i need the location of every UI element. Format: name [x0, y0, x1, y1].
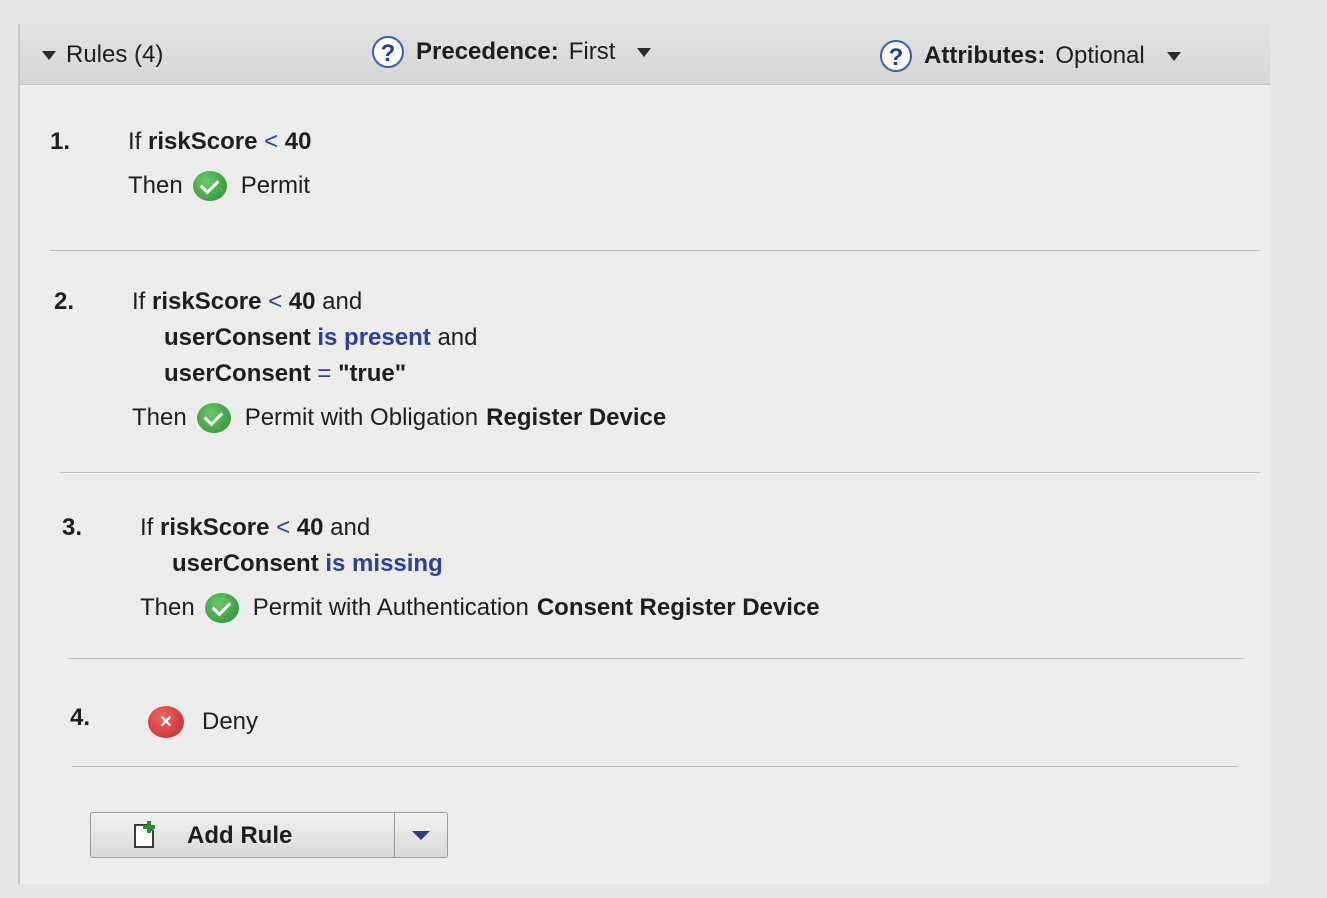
condition-attribute: userConsent [172, 550, 319, 577]
rule-number: 4. [70, 704, 91, 731]
rules-toggle[interactable]: Rules (4) [42, 41, 163, 69]
rule-1[interactable]: 1. If riskScore < 40 Then Permit [50, 124, 1250, 234]
rule-condition-line: If riskScore < 40 and [132, 288, 363, 315]
precedence-help-icon[interactable]: ? [372, 36, 404, 68]
rule-action-target: Register Device [486, 404, 667, 431]
rule-condition-line: userConsent = "true" [132, 356, 666, 392]
rules-header: Rules (4) ? Precedence: First ? Attribut… [20, 24, 1270, 85]
condition-operator: < [268, 288, 283, 315]
rule-action-line: Then Permit with Obligation Register Dev… [132, 400, 666, 436]
collapse-triangle-icon[interactable] [42, 50, 56, 60]
precedence-label: Precedence: [416, 38, 559, 65]
rule-action-target: Consent Register Device [536, 594, 820, 621]
rule-2[interactable]: 2. If riskScore < 40 and userConsent is … [54, 284, 1254, 464]
rule-action: Permit [240, 172, 311, 199]
rule-number: 1. [50, 128, 71, 155]
condition-value: 40 [284, 128, 312, 155]
condition-conjunction: and [330, 514, 371, 541]
rule-3[interactable]: 3. If riskScore < 40 and userConsent is … [62, 510, 1252, 650]
rules-panel: Rules (4) ? Precedence: First ? Attribut… [18, 24, 1270, 884]
condition-operator: < [264, 128, 279, 155]
precedence-value[interactable]: First [569, 38, 616, 66]
rule-action: Permit with Authentication [252, 594, 529, 621]
chevron-down-icon[interactable] [412, 830, 430, 840]
rule-divider [68, 658, 1244, 659]
condition-attribute: riskScore [152, 288, 262, 315]
condition-value: 40 [296, 514, 324, 541]
attributes-selector[interactable]: ? Attributes: Optional [880, 40, 1181, 72]
condition-operator: < [276, 514, 291, 541]
rule-condition-line: If riskScore < 40 [128, 128, 312, 155]
condition-attribute: riskScore [160, 514, 270, 541]
condition-attribute: riskScore [148, 128, 258, 155]
condition-conjunction: and [437, 324, 478, 351]
precedence-selector[interactable]: ? Precedence: First [372, 36, 652, 68]
condition-value: "true" [338, 360, 407, 387]
rule-action: Permit with Obligation [244, 404, 479, 431]
rule-condition-line: If riskScore < 40 and [140, 514, 371, 541]
condition-check: is present [317, 324, 431, 351]
x-circle-icon: × [148, 706, 184, 738]
check-circle-icon [192, 171, 227, 201]
attributes-dropdown-icon[interactable] [1166, 51, 1181, 61]
rule-divider [72, 766, 1238, 767]
add-rule-label: Add Rule [187, 822, 293, 849]
attributes-value[interactable]: Optional [1055, 42, 1144, 70]
rule-action-line: Then Permit with Authentication Consent … [140, 590, 820, 626]
add-rule-dropdown[interactable] [395, 813, 447, 857]
condition-operator: = [317, 360, 332, 387]
add-rule-button[interactable]: Add Rule [91, 813, 395, 857]
condition-attribute: userConsent [164, 324, 311, 351]
then-label: Then [132, 404, 187, 431]
check-circle-icon [204, 593, 239, 623]
condition-conjunction: and [322, 288, 363, 315]
rule-divider [60, 472, 1260, 473]
rule-condition-line: userConsent is missing [140, 546, 820, 582]
rule-condition-line: userConsent is present and [132, 320, 666, 356]
attributes-label: Attributes: [924, 42, 1046, 69]
precedence-dropdown-icon[interactable] [637, 47, 652, 57]
add-rule-split-button[interactable]: Add Rule [90, 812, 448, 858]
check-circle-icon [196, 403, 231, 433]
condition-attribute: userConsent [164, 360, 311, 387]
condition-value: 40 [288, 288, 316, 315]
rule-number: 3. [62, 514, 83, 541]
add-document-icon [134, 821, 155, 848]
rules-count-label: Rules (4) [66, 41, 164, 68]
rule-action: Deny [202, 708, 259, 735]
then-label: Then [128, 172, 183, 199]
rule-4[interactable]: 4. × Deny [70, 700, 1240, 760]
attributes-help-icon[interactable]: ? [880, 40, 912, 72]
then-label: Then [140, 594, 195, 621]
rule-action-line: Then Permit [128, 168, 311, 204]
condition-check: is missing [325, 550, 443, 577]
rule-number: 2. [54, 288, 75, 315]
rule-divider [50, 250, 1260, 251]
